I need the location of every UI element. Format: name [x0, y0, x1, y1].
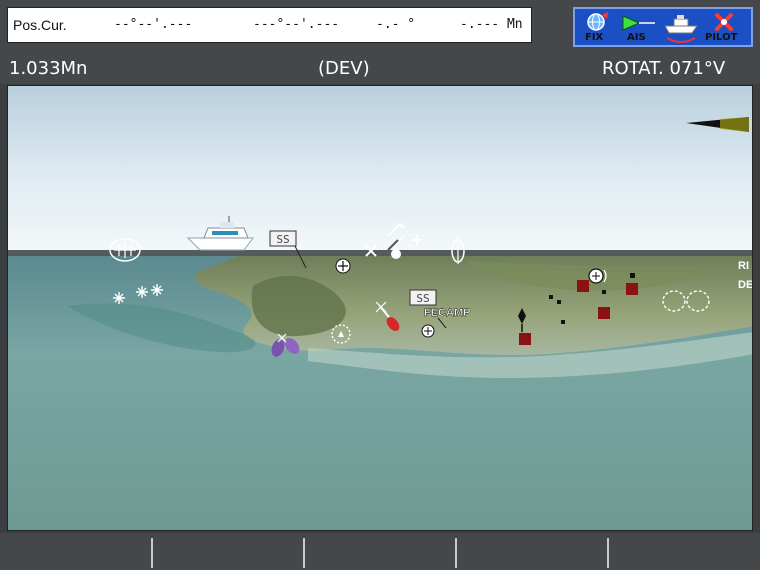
perspective-scene[interactable]: SS SS FECAMP RI DE [8, 86, 753, 531]
red-marker-3[interactable] [598, 307, 610, 319]
softkey-5[interactable] [610, 535, 760, 569]
edge-label-2: DE [738, 279, 753, 291]
status-icons-panel[interactable]: FIX AIS PILOT [573, 7, 753, 47]
cursor-latitude: --°--'.--- [114, 17, 193, 32]
ais-label: AIS [627, 32, 646, 43]
info-bar: 1.033Mn (DEV) ROTAT. 071°V [0, 56, 760, 84]
mode-readout: (DEV) [318, 58, 370, 79]
ss-marker-2[interactable]: SS [409, 289, 437, 306]
top-bar: Pos.Cur. --°--'.--- ---°--'.--- -.- ° -.… [0, 0, 760, 56]
cursor-position-box[interactable]: Pos.Cur. --°--'.--- ---°--'.--- -.- ° -.… [7, 7, 532, 43]
cursor-position-label: Pos.Cur. [13, 17, 67, 33]
softkey-divider [303, 538, 305, 568]
fix-label: FIX [585, 32, 604, 43]
softkey-divider [607, 538, 609, 568]
softkey-1[interactable] [2, 535, 152, 569]
harbour-icon[interactable] [421, 324, 435, 338]
cursor-bearing: -.- ° [376, 17, 416, 32]
red-marker-4[interactable] [519, 333, 531, 345]
ss-label-1: SS [276, 233, 289, 246]
fecamp-label[interactable]: FECAMP [424, 307, 471, 319]
cursor-longitude: ---°--'.--- [253, 17, 340, 32]
softkey-divider [151, 538, 153, 568]
wreck-symbol-icon[interactable] [109, 238, 141, 262]
boat-icon[interactable] [659, 10, 703, 46]
range-readout: 1.033Mn [9, 58, 88, 79]
edge-label-1: RI [738, 260, 749, 272]
globe-icon[interactable] [581, 11, 613, 33]
sky [8, 86, 752, 252]
softkey-bar [0, 533, 760, 570]
beacon-icon[interactable] [335, 258, 351, 274]
heading-readout: ROTAT. 071°V [602, 58, 726, 79]
ss-label-2: SS [416, 292, 429, 305]
softkey-2[interactable] [154, 535, 304, 569]
chart-3d-view[interactable]: SS SS FECAMP RI DE [7, 85, 753, 531]
softkey-divider [455, 538, 457, 568]
red-marker-2[interactable] [626, 283, 638, 295]
ais-triangle-icon[interactable] [621, 13, 657, 33]
cursor-distance: -.--- Mn [460, 17, 523, 32]
softkey-3[interactable] [306, 535, 456, 569]
pilot-cross-icon[interactable] [711, 11, 739, 33]
softkey-4[interactable] [458, 535, 608, 569]
pilot-label: PILOT [705, 32, 738, 43]
red-marker-1[interactable] [577, 280, 589, 292]
